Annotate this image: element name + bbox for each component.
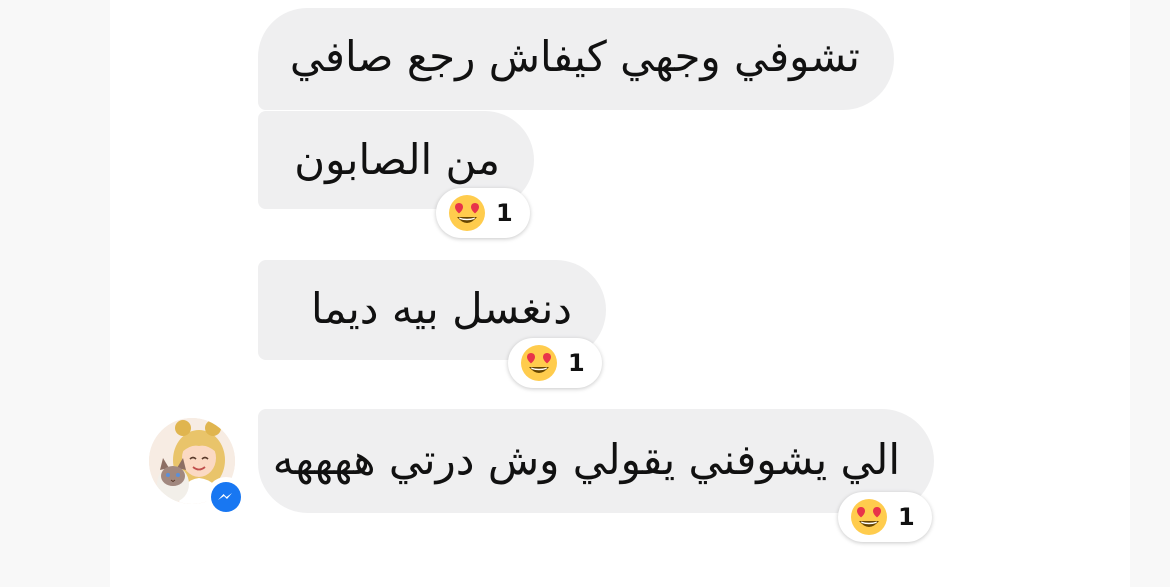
chat-thread: تشوفي وجهي كيفاش رجع صافي من الصابون 1 د…: [0, 0, 1170, 587]
message-text: دنغسل بيه ديما: [311, 284, 572, 333]
reaction-pill[interactable]: 1: [436, 188, 530, 238]
message-text: الي يشوفني يقولي وش درتي ههههه: [272, 435, 900, 484]
messenger-badge: [206, 477, 246, 517]
right-margin: [1130, 0, 1170, 587]
message-bubble[interactable]: تشوفي وجهي كيفاش رجع صافي: [258, 8, 894, 110]
reaction-count: 1: [898, 503, 915, 531]
heart-eyes-emoji-icon: [851, 499, 887, 535]
messenger-icon: [211, 482, 241, 512]
reaction-count: 1: [496, 199, 513, 227]
left-margin: [0, 0, 110, 587]
reaction-pill[interactable]: 1: [838, 492, 932, 542]
message-text: تشوفي وجهي كيفاش رجع صافي: [289, 32, 860, 81]
heart-eyes-emoji-icon: [449, 195, 485, 231]
message-text: من الصابون: [294, 135, 500, 184]
reaction-count: 1: [568, 349, 585, 377]
reaction-pill[interactable]: 1: [508, 338, 602, 388]
heart-eyes-emoji-icon: [521, 345, 557, 381]
message-bubble[interactable]: الي يشوفني يقولي وش درتي ههههه: [258, 409, 934, 513]
